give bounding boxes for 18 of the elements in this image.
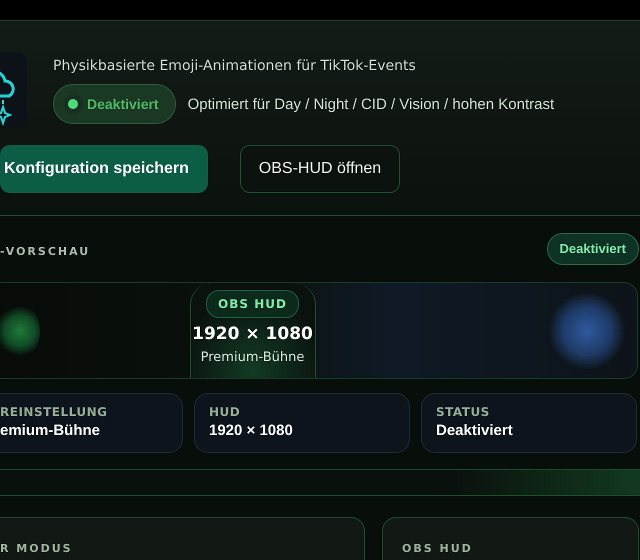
open-button[interactable]: OBS-HUD öffnen (240, 145, 400, 193)
stat-label: HUD (209, 405, 242, 419)
status-pill: Deaktiviert (53, 84, 176, 124)
app-subtitle: Physikbasierte Emoji-Animationen für TikTok-Events (53, 58, 417, 74)
panel-title: R MODUS (0, 542, 73, 555)
stat-value: 1920 × 1080 (209, 422, 294, 439)
stat-label: REINSTELLUNG (0, 405, 108, 419)
modes-note: Optimiert für Day / Night / CID / Vision / hohen Kontrast (188, 96, 554, 112)
panel-title: OBS HUD (402, 542, 473, 555)
stat-value: emium-Bühne (0, 422, 102, 439)
save-button[interactable]: Konfiguration speichern (0, 145, 208, 193)
hud-tag: OBS HUD (206, 290, 299, 318)
stat-value: Deaktiviert (436, 422, 514, 439)
hud-resolution: 1920 × 1080 (192, 324, 313, 344)
status-badge: Deaktiviert (546, 233, 639, 265)
hud-preset: Premium-Bühne (200, 350, 304, 365)
stat-label: STATUS (436, 405, 491, 419)
section-title: -VORSCHAU (0, 244, 90, 258)
